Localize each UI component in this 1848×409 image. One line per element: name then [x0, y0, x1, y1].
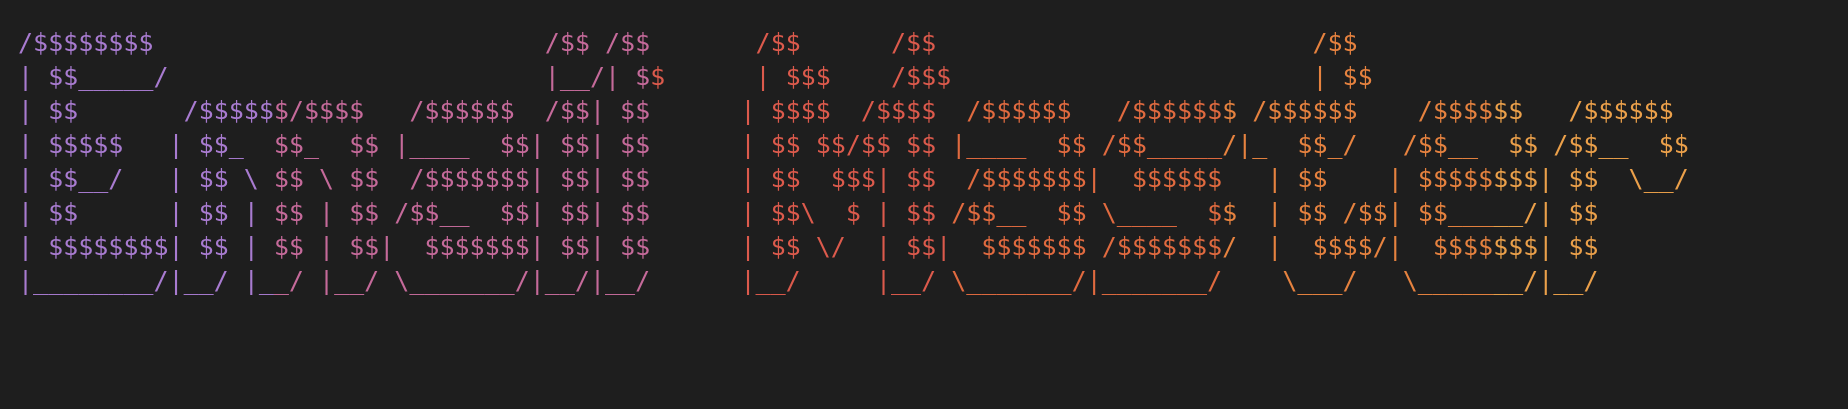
banner-line: | $$__/ | $$ \ $$ \ $$ /$$$$$$$| $$| $$ … — [18, 164, 1689, 193]
banner-line: |________/|__/ |__/ |__/ \_______/|__/|_… — [18, 266, 1599, 295]
banner-line: | $$$$$ | $$_ $$_ $$ |____ $$| $$| $$ | … — [18, 130, 1689, 159]
banner-line: | $$$$$$$$| $$ | $$ | $$| $$$$$$$| $$| $… — [18, 232, 1599, 261]
ascii-art-banner: /$$$$$$$$ /$$ /$$ /$$ /$$ /$$ | $$_____/ … — [18, 26, 1689, 298]
banner-line: | $$ | $$ | $$ | $$ /$$__ $$| $$| $$ | $… — [18, 198, 1599, 227]
terminal-window: { "banner": { "palette": ["#a87bd0", "#c… — [0, 0, 1848, 409]
banner-line: | $$ /$$$$$$/$$$$ /$$$$$$ /$$| $$ | $$$$… — [18, 96, 1674, 125]
banner-line: | $$_____/ |__/| $$ | $$$ /$$$ | $$ — [18, 62, 1373, 91]
banner-line: /$$$$$$$$ /$$ /$$ /$$ /$$ /$$ — [18, 28, 1358, 57]
